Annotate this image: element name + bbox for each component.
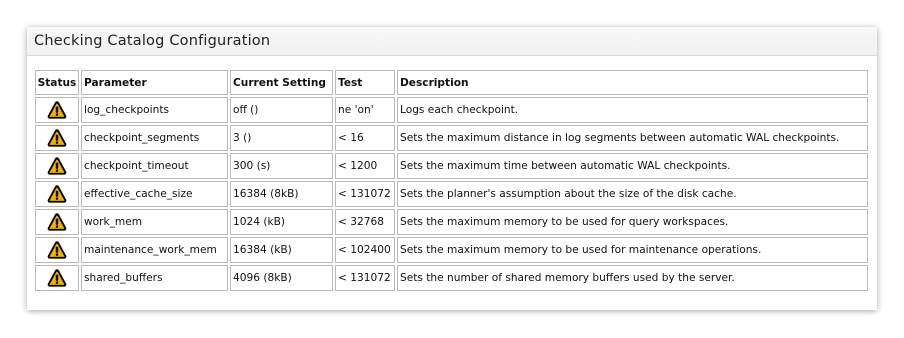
- current-setting-cell: 16384 (8kB): [230, 181, 333, 207]
- warning-icon: [46, 155, 68, 177]
- parameter-cell: shared_buffers: [81, 265, 228, 291]
- warning-icon: [46, 239, 68, 261]
- warning-icon: [46, 211, 68, 233]
- description-cell: Sets the maximum distance in log segment…: [397, 125, 868, 151]
- parameter-cell: checkpoint_segments: [81, 125, 228, 151]
- status-cell: [35, 97, 79, 123]
- status-cell: [35, 125, 79, 151]
- status-cell: [35, 209, 79, 235]
- description-cell: Sets the number of shared memory buffers…: [397, 265, 868, 291]
- description-cell: Sets the maximum memory to be used for q…: [397, 209, 868, 235]
- status-cell: [35, 181, 79, 207]
- test-cell: < 131072: [335, 181, 395, 207]
- table-row: checkpoint_segments 3 () < 16 Sets the m…: [35, 125, 868, 151]
- warning-icon: [46, 127, 68, 149]
- header-test: Test: [335, 70, 395, 95]
- test-cell: < 16: [335, 125, 395, 151]
- warning-icon: [46, 99, 68, 121]
- current-setting-cell: off (): [230, 97, 333, 123]
- test-cell: < 32768: [335, 209, 395, 235]
- table-row: work_mem 1024 (kB) < 32768 Sets the maxi…: [35, 209, 868, 235]
- table-row: effective_cache_size 16384 (8kB) < 13107…: [35, 181, 868, 207]
- table-row: maintenance_work_mem 16384 (kB) < 102400…: [35, 237, 868, 263]
- test-cell: < 131072: [335, 265, 395, 291]
- test-cell: ne 'on': [335, 97, 395, 123]
- current-setting-cell: 1024 (kB): [230, 209, 333, 235]
- current-setting-cell: 4096 (8kB): [230, 265, 333, 291]
- panel-title: Checking Catalog Configuration: [27, 27, 877, 56]
- parameter-cell: work_mem: [81, 209, 228, 235]
- test-cell: < 1200: [335, 153, 395, 179]
- warning-icon: [46, 267, 68, 289]
- catalog-config-panel: Checking Catalog Configuration Status Pa…: [27, 27, 877, 310]
- current-setting-cell: 16384 (kB): [230, 237, 333, 263]
- parameter-cell: maintenance_work_mem: [81, 237, 228, 263]
- description-cell: Sets the planner's assumption about the …: [397, 181, 868, 207]
- config-table: Status Parameter Current Setting Test De…: [33, 68, 870, 293]
- description-cell: Sets the maximum memory to be used for m…: [397, 237, 868, 263]
- current-setting-cell: 3 (): [230, 125, 333, 151]
- status-cell: [35, 265, 79, 291]
- parameter-cell: effective_cache_size: [81, 181, 228, 207]
- header-description: Description: [397, 70, 868, 95]
- table-row: checkpoint_timeout 300 (s) < 1200 Sets t…: [35, 153, 868, 179]
- current-setting-cell: 300 (s): [230, 153, 333, 179]
- table-header-row: Status Parameter Current Setting Test De…: [35, 70, 868, 95]
- header-status: Status: [35, 70, 79, 95]
- description-cell: Logs each checkpoint.: [397, 97, 868, 123]
- table-row: log_checkpoints off () ne 'on' Logs each…: [35, 97, 868, 123]
- warning-icon: [46, 183, 68, 205]
- parameter-cell: checkpoint_timeout: [81, 153, 228, 179]
- status-cell: [35, 237, 79, 263]
- description-cell: Sets the maximum time between automatic …: [397, 153, 868, 179]
- header-current-setting: Current Setting: [230, 70, 333, 95]
- test-cell: < 102400: [335, 237, 395, 263]
- parameter-cell: log_checkpoints: [81, 97, 228, 123]
- table-row: shared_buffers 4096 (8kB) < 131072 Sets …: [35, 265, 868, 291]
- header-parameter: Parameter: [81, 70, 228, 95]
- status-cell: [35, 153, 79, 179]
